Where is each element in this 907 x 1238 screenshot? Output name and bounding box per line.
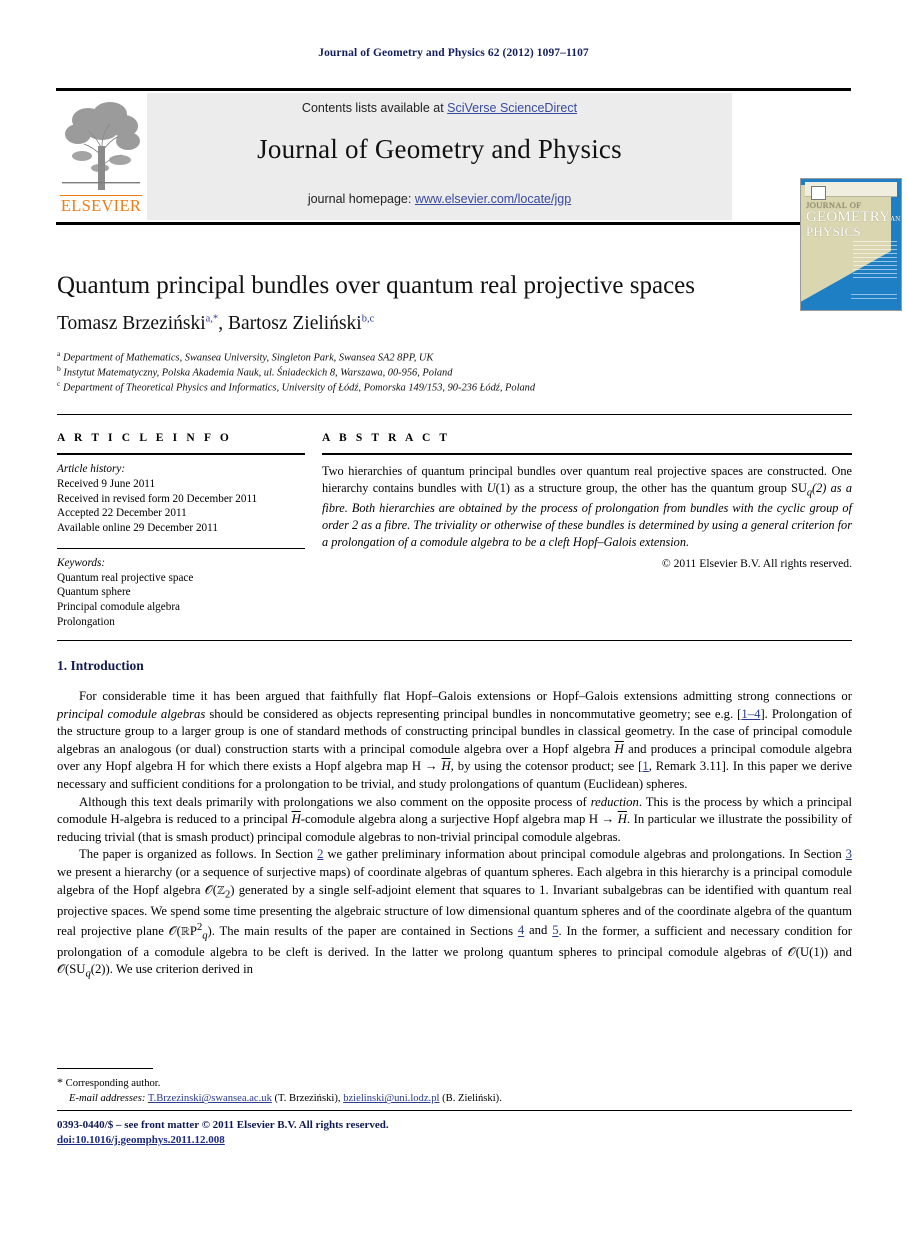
author-list: Tomasz Brzezińskia,*, Bartosz Zielińskib… (57, 313, 857, 335)
info-section-top-rule (57, 414, 852, 415)
text-run: and (524, 923, 553, 938)
affiliation: a Department of Mathematics, Swansea Uni… (57, 349, 857, 363)
text-run-italic: principal comodule algebras (57, 706, 206, 721)
section-number: 1. (57, 658, 68, 673)
article-info-rule (57, 453, 305, 455)
affiliation: c Department of Theoretical Physics and … (57, 379, 857, 393)
paragraph-3: The paper is organized as follows. In Se… (57, 846, 852, 982)
issn-copyright-line: 0393-0440/$ – see front matter © 2011 El… (57, 1119, 389, 1131)
contents-prefix: Contents lists available at (301, 101, 448, 115)
abstract-heading: A B S T R A C T (322, 432, 451, 444)
paper-page: Journal of Geometry and Physics 62 (2012… (0, 0, 907, 1238)
reference-link[interactable]: 1–4 (741, 707, 760, 721)
affiliation-text: Department of Theoretical Physics and In… (62, 382, 536, 394)
email-owner: (T. Brzeziński), (274, 1093, 341, 1105)
journal-masthead: ELSEVIER Contents lists available at Sci… (56, 88, 902, 311)
article-history-heading: Article history: (57, 463, 126, 475)
author-affiliation-marker[interactable]: b,c (362, 314, 375, 325)
section-link[interactable]: 5 (552, 924, 558, 938)
cover-footer-lines (851, 294, 897, 302)
keywords-heading: Keywords: (57, 556, 106, 569)
elsevier-logo: ELSEVIER (58, 94, 144, 220)
homepage-prefix: journal homepage: (307, 192, 415, 206)
author-affiliation-marker[interactable]: a,* (206, 314, 219, 325)
article-history-item: Available online 29 December 2011 (57, 522, 218, 535)
email-owner: (B. Zieliński). (442, 1093, 502, 1105)
abstract-block: A B S T R A C T Two hierarchies of quant… (322, 432, 852, 570)
keywords-block: Keywords: Quantum real projective space … (57, 556, 305, 630)
page-title: Quantum principal bundles over quantum r… (57, 272, 695, 299)
email-addresses-line: E-mail addresses: T.Brzezinski@swansea.a… (57, 1091, 757, 1106)
journal-title: Journal of Geometry and Physics (257, 134, 622, 164)
cover-top-bar (805, 182, 897, 200)
email-link[interactable]: bzielinski@uni.lodz.pl (343, 1093, 439, 1104)
running-head: Journal of Geometry and Physics 62 (2012… (318, 47, 589, 59)
math-h-bar: H (617, 812, 627, 827)
keyword-item: Prolongation (57, 616, 115, 629)
math-h-bar: H (291, 812, 301, 827)
abstract-copyright: © 2011 Elsevier B.V. All rights reserved… (661, 557, 852, 571)
section-title: Introduction (70, 658, 144, 673)
email-link[interactable]: T.Brzezinski@swansea.ac.uk (148, 1093, 272, 1104)
affiliation-marker: c (57, 379, 61, 388)
affiliation-marker: a (57, 349, 61, 358)
body-top-rule (57, 640, 852, 641)
journal-homepage-link[interactable]: www.elsevier.com/locate/jgp (415, 192, 571, 206)
article-info-block: A R T I C L E I N F O Article history: R… (57, 432, 305, 630)
page-footer-rule (57, 1110, 852, 1111)
affiliation-marker: b (57, 364, 61, 373)
keywords-rule (57, 547, 305, 549)
body-text: For considerable time it has been argued… (57, 688, 852, 982)
text-run: should be considered as objects represen… (205, 706, 742, 721)
contents-available-line: Contents lists available at SciVerse Sci… (147, 101, 732, 115)
abstract-rule (322, 453, 852, 455)
math-h-bar: H (441, 759, 451, 774)
cover-title: JOURNAL OF GEOMETRYAND PHYSICS (806, 201, 901, 239)
corresponding-author-text: Corresponding author. (65, 1078, 161, 1089)
asterisk-icon: * (57, 1075, 63, 1089)
footnote-rule (57, 1068, 153, 1069)
affiliation-text: Department of Mathematics, Swansea Unive… (62, 352, 434, 364)
journal-homepage-line: journal homepage: www.elsevier.com/locat… (147, 192, 732, 206)
keyword-item: Quantum real projective space (57, 571, 194, 584)
text-run: For considerable time it has been argued… (79, 689, 852, 703)
section-heading-introduction: 1. Introduction (57, 658, 144, 674)
affiliation: b Instytut Matematyczny, Polska Akademia… (57, 364, 857, 378)
keyword-item: Principal comodule algebra (57, 601, 181, 614)
masthead-bottom-rule (56, 222, 851, 225)
elsevier-tree-icon (62, 102, 140, 190)
author-name: Tomasz Brzeziński (57, 313, 206, 334)
text-run: we gather preliminary information about … (323, 847, 846, 862)
math-h-bar: H (614, 741, 624, 756)
paragraph-1: For considerable time it has been argued… (57, 688, 852, 794)
cover-elsevier-mark-icon (811, 186, 826, 200)
text-run: Although this text deals primarily with … (79, 794, 591, 809)
text-run: , by using the cotensor product; see [ (450, 759, 643, 774)
doi-link[interactable]: doi:10.1016/j.geomphys.2011.12.008 (57, 1134, 225, 1146)
abstract-text: Two hierarchies of quantum principal bun… (322, 464, 852, 549)
article-history: Article history: Received 9 June 2011 Re… (57, 462, 305, 536)
article-history-item: Accepted 22 December 2011 (57, 507, 187, 520)
elsevier-wordmark: ELSEVIER (60, 196, 142, 215)
section-link[interactable]: 3 (846, 847, 852, 861)
masthead-top-rule (56, 88, 851, 91)
email-label: E-mail addresses: (69, 1093, 146, 1105)
paragraph-2: Although this text deals primarily with … (57, 794, 852, 847)
keyword-item: Quantum sphere (57, 586, 131, 599)
cover-text-lines (853, 241, 897, 281)
sciencedirect-link[interactable]: SciVerse ScienceDirect (447, 101, 577, 115)
cover-line-2: GEOMETRYAND (806, 208, 901, 225)
article-history-item: Received 9 June 2011 (57, 477, 156, 490)
text-run: -comodule algebra along a surjective Hop… (300, 812, 618, 827)
author-name: Bartosz Zieliński (227, 313, 362, 334)
cover-line-3: PHYSICS (806, 223, 861, 239)
affiliation-text: Instytut Matematyczny, Polska Akademia N… (63, 367, 453, 379)
text-run-italic: reduction (590, 794, 639, 809)
footnote-block: * Corresponding author. E-mail addresses… (57, 1074, 757, 1107)
text-run: The paper is organized as follows. In Se… (79, 847, 318, 862)
article-info-heading: A R T I C L E I N F O (57, 432, 232, 444)
author-separator: , (218, 313, 228, 334)
article-history-item: Received in revised form 20 December 201… (57, 492, 258, 505)
corresponding-author-note: * Corresponding author. (57, 1074, 757, 1091)
